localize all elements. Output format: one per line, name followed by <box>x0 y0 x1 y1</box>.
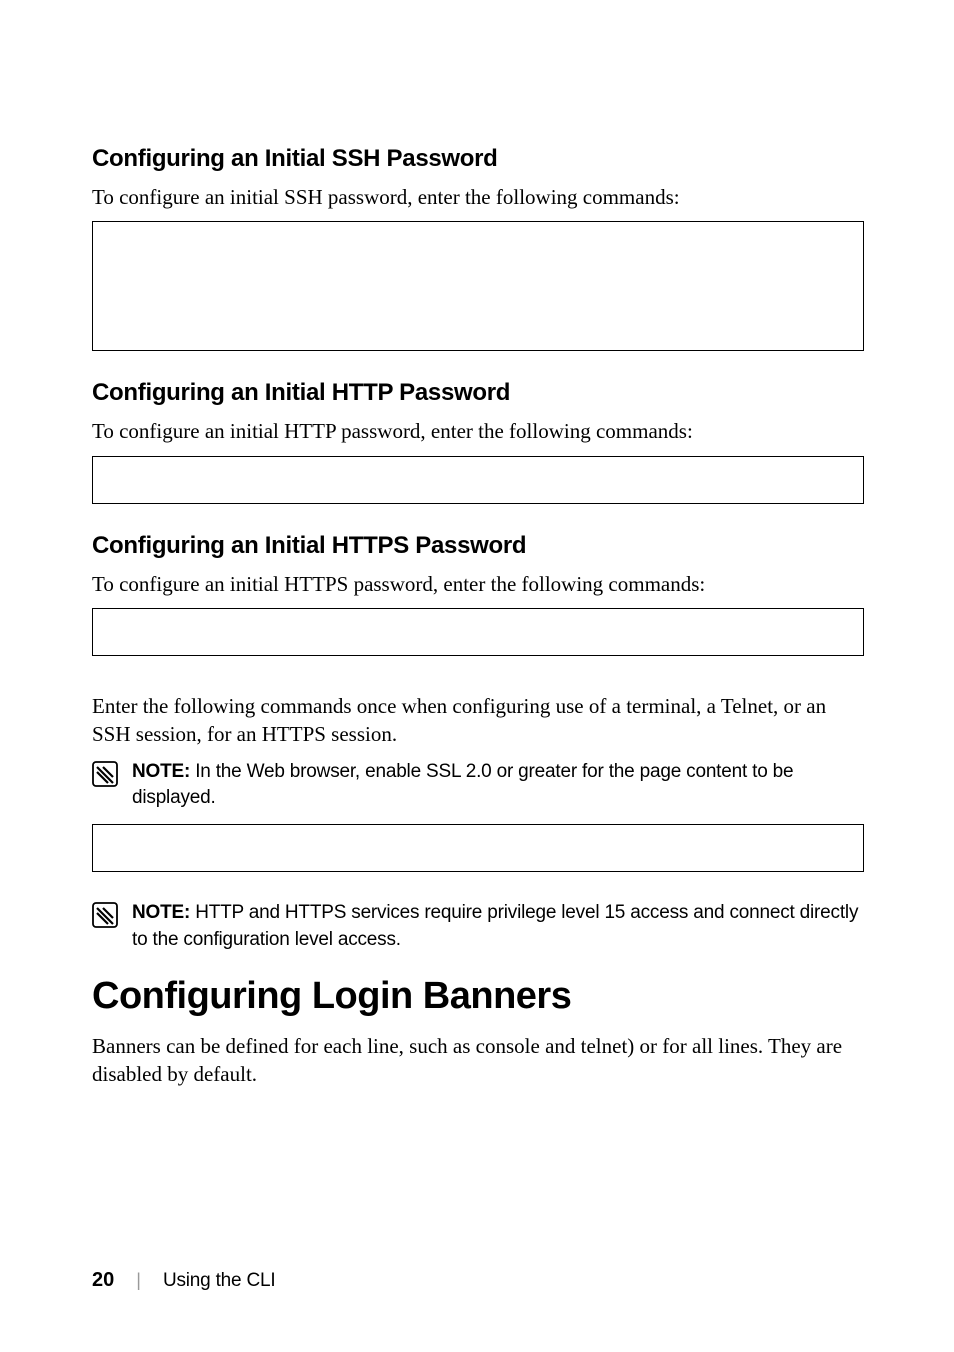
footer-title: Using the CLI <box>163 1270 276 1292</box>
code-box-ssh <box>92 221 864 351</box>
heading-http: Configuring an Initial HTTP Password <box>92 379 864 407</box>
body-main: Banners can be defined for each line, su… <box>92 1032 864 1089</box>
note-text-2: NOTE: HTTP and HTTPS services require pr… <box>132 900 864 953</box>
code-box-https <box>92 608 864 656</box>
code-box-http <box>92 456 864 504</box>
note-body-1: In the Web browser, enable SSL 2.0 or gr… <box>132 761 793 809</box>
page-number: 20 <box>92 1269 114 1292</box>
note-icon <box>92 761 118 787</box>
code-box-note <box>92 824 864 872</box>
heading-https: Configuring an Initial HTTPS Password <box>92 532 864 560</box>
note-block-1: NOTE: In the Web browser, enable SSL 2.0… <box>92 759 864 812</box>
body-https: To configure an initial HTTPS password, … <box>92 570 864 598</box>
note-label-2: NOTE: <box>132 902 190 923</box>
note-text-1: NOTE: In the Web browser, enable SSL 2.0… <box>132 759 864 812</box>
note-body-2: HTTP and HTTPS services require privileg… <box>132 902 858 950</box>
footer-separator: | <box>136 1270 141 1291</box>
heading-ssh: Configuring an Initial SSH Password <box>92 145 864 173</box>
body-https-after: Enter the following commands once when c… <box>92 692 864 749</box>
body-ssh: To configure an initial SSH password, en… <box>92 183 864 211</box>
heading-main: Configuring Login Banners <box>92 975 864 1018</box>
note-label-1: NOTE: <box>132 761 190 782</box>
page-footer: 20 | Using the CLI <box>92 1269 275 1292</box>
note-block-2: NOTE: HTTP and HTTPS services require pr… <box>92 900 864 953</box>
body-http: To configure an initial HTTP password, e… <box>92 417 864 445</box>
note-icon <box>92 902 118 928</box>
